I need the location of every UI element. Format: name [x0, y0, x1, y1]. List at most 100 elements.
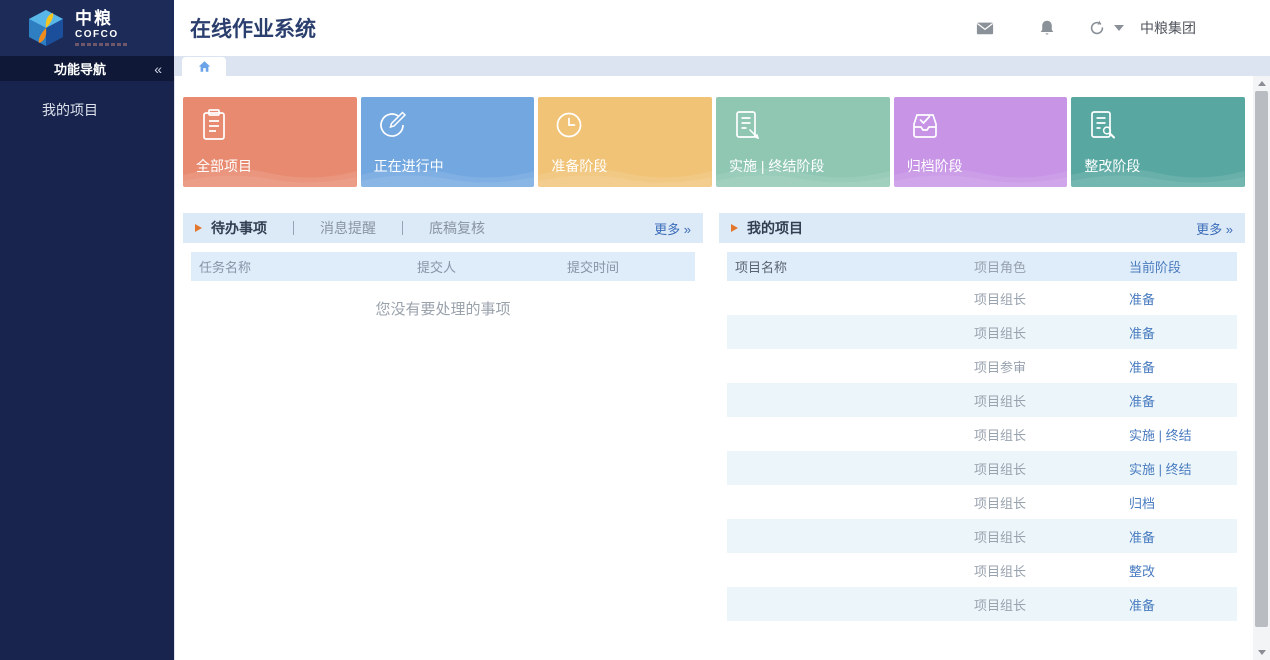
project-role-cell: 项目组长	[974, 391, 1129, 410]
scroll-down-button[interactable]	[1253, 645, 1270, 660]
project-role-cell: 项目组长	[974, 595, 1129, 614]
card-label: 整改阶段	[1084, 156, 1140, 176]
table-row[interactable]: 项目组长归档	[727, 485, 1237, 519]
tab-home[interactable]	[182, 57, 226, 76]
tab-content: 全部项目 正在进行中	[175, 76, 1253, 660]
scroll-up-button[interactable]	[1253, 76, 1270, 91]
card-label: 全部项目	[196, 156, 252, 176]
stat-cards: 全部项目 正在进行中	[183, 97, 1245, 187]
projects-table-header: 项目名称 项目角色 当前阶段	[727, 252, 1237, 281]
document-wrench-icon	[1084, 107, 1120, 143]
logo: 中粮 COFCO	[0, 0, 174, 56]
column-project-role: 项目角色	[974, 257, 1129, 276]
todo-panel: 待办事项 消息提醒 底稿复核 更多 » 任务名称 提交人 提交时间 您	[183, 213, 703, 621]
clipboard-list-icon	[196, 107, 232, 143]
projects-table-body: 项目组长准备项目组长准备项目参审准备项目组长准备项目组长实施 | 终结项目组长实…	[727, 281, 1237, 621]
sidebar-menu: 我的项目	[0, 81, 174, 120]
card-in-progress[interactable]: 正在进行中	[361, 97, 535, 187]
current-stage-link[interactable]: 准备	[1129, 289, 1229, 308]
nav-title: 功能导航	[54, 59, 106, 78]
project-role-cell: 项目组长	[974, 527, 1129, 546]
cofco-cube-icon	[26, 8, 66, 48]
column-submit-time: 提交时间	[567, 257, 687, 276]
projects-panel-title: 我的项目	[747, 218, 803, 238]
current-stage-link[interactable]: 实施 | 终结	[1129, 459, 1229, 478]
current-stage-link[interactable]: 实施 | 终结	[1129, 425, 1229, 444]
current-stage-link[interactable]: 准备	[1129, 391, 1229, 410]
table-row[interactable]: 项目组长实施 | 终结	[727, 451, 1237, 485]
tab-bar	[175, 56, 1270, 76]
column-task-name: 任务名称	[199, 257, 417, 276]
project-role-cell: 项目组长	[974, 323, 1129, 342]
sidebar: 中粮 COFCO 功能导航 « 我的项目	[0, 0, 174, 660]
collapse-sidebar-icon[interactable]: «	[154, 61, 162, 77]
table-row[interactable]: 项目组长实施 | 终结	[727, 417, 1237, 451]
project-role-cell: 项目组长	[974, 425, 1129, 444]
tab-message-reminder[interactable]: 消息提醒	[320, 218, 376, 238]
card-implement-stage[interactable]: 实施 | 终结阶段	[716, 97, 890, 187]
table-row[interactable]: 项目组长准备	[727, 587, 1237, 621]
project-role-cell: 项目组长	[974, 493, 1129, 512]
vertical-scrollbar[interactable]	[1253, 76, 1270, 660]
dashboard-panels: 待办事项 消息提醒 底稿复核 更多 » 任务名称 提交人 提交时间 您	[183, 213, 1245, 621]
card-label: 正在进行中	[374, 156, 444, 176]
app-root: 中粮 COFCO 功能导航 « 我的项目 在线作业系统	[0, 0, 1270, 660]
workspace: 全部项目 正在进行中	[174, 56, 1270, 660]
todo-more-link[interactable]: 更多 »	[654, 219, 691, 238]
bell-icon[interactable]	[1038, 19, 1056, 37]
triangle-down-icon	[1258, 650, 1266, 655]
todo-empty-state: 您没有要处理的事项	[183, 281, 703, 319]
current-stage-link[interactable]: 整改	[1129, 561, 1229, 580]
table-row[interactable]: 项目组长准备	[727, 519, 1237, 553]
column-project-name: 项目名称	[735, 257, 974, 276]
current-stage-link[interactable]: 准备	[1129, 323, 1229, 342]
current-stage-link[interactable]: 准备	[1129, 527, 1229, 546]
table-row[interactable]: 项目组长准备	[727, 315, 1237, 349]
tab-todo-items[interactable]: 待办事项	[211, 218, 267, 238]
org-name[interactable]: 中粮集团	[1140, 18, 1196, 38]
card-label: 实施 | 终结阶段	[729, 156, 824, 176]
current-stage-link[interactable]: 准备	[1129, 357, 1229, 376]
table-row[interactable]: 项目参审准备	[727, 349, 1237, 383]
table-row[interactable]: 项目组长整改	[727, 553, 1237, 587]
column-submitter: 提交人	[417, 257, 567, 276]
card-rectify-stage[interactable]: 整改阶段	[1071, 97, 1245, 187]
current-stage-link[interactable]: 准备	[1129, 595, 1229, 614]
table-row[interactable]: 项目组长准备	[727, 281, 1237, 315]
logo-tagline	[75, 43, 129, 46]
clock-icon	[551, 107, 587, 143]
card-label: 归档阶段	[907, 156, 963, 176]
table-row[interactable]: 项目组长准备	[727, 383, 1237, 417]
topbar: 在线作业系统 中粮集团	[174, 0, 1270, 56]
tab-divider	[402, 221, 403, 235]
mail-icon[interactable]	[976, 19, 994, 37]
scrollbar-thumb[interactable]	[1255, 91, 1268, 627]
edit-circle-icon	[374, 107, 410, 143]
todo-table-header: 任务名称 提交人 提交时间	[191, 252, 695, 281]
refresh-icon[interactable]	[1088, 19, 1106, 37]
project-role-cell: 项目组长	[974, 561, 1129, 580]
sidebar-item-my-projects[interactable]: 我的项目	[0, 81, 174, 120]
page-title: 在线作业系统	[190, 13, 316, 43]
projects-panel: 我的项目 更多 » 项目名称 项目角色 当前阶段 项目组长准备项目组长准备项目参…	[719, 213, 1245, 621]
current-stage-link[interactable]: 归档	[1129, 493, 1229, 512]
caret-down-icon[interactable]	[1114, 25, 1124, 31]
home-icon	[198, 60, 211, 73]
card-all-projects[interactable]: 全部项目	[183, 97, 357, 187]
project-role-cell: 项目组长	[974, 459, 1129, 478]
panel-bullet-icon	[731, 224, 738, 232]
todo-panel-header: 待办事项 消息提醒 底稿复核 更多 »	[183, 213, 703, 243]
column-current-stage: 当前阶段	[1129, 257, 1229, 276]
projects-panel-header: 我的项目 更多 »	[719, 213, 1245, 243]
topbar-actions: 中粮集团	[976, 18, 1254, 38]
card-archive-stage[interactable]: 归档阶段	[894, 97, 1068, 187]
card-prepare-stage[interactable]: 准备阶段	[538, 97, 712, 187]
sidebar-nav-header: 功能导航 «	[0, 56, 174, 81]
brand-name-cn: 中粮	[75, 10, 129, 27]
archive-check-icon	[907, 107, 943, 143]
tab-divider	[293, 221, 294, 235]
brand-name-en: COFCO	[75, 30, 129, 40]
document-pen-icon	[729, 107, 765, 143]
projects-more-link[interactable]: 更多 »	[1196, 219, 1233, 238]
tab-draft-review[interactable]: 底稿复核	[429, 218, 485, 238]
